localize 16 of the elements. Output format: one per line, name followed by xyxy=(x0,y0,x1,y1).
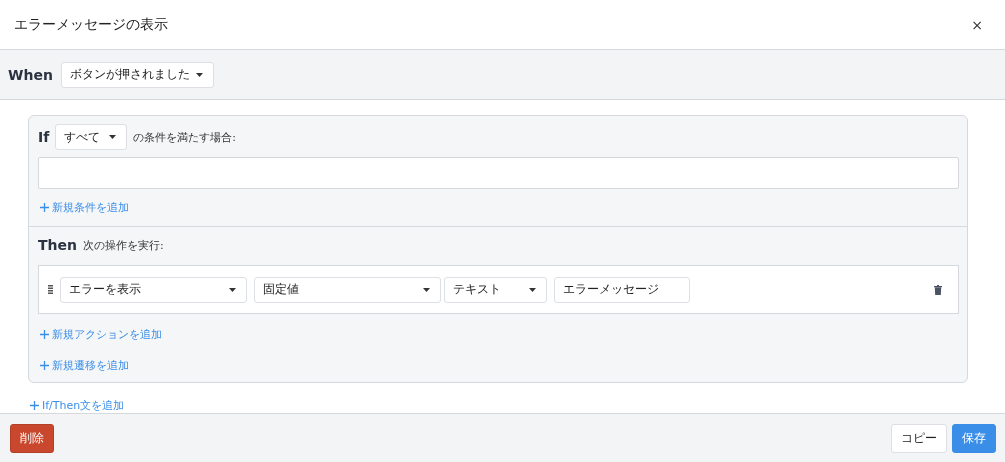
dropdown[interactable]: ボタンが押されました xyxy=(60,61,214,88)
close-button[interactable]: × xyxy=(971,16,983,33)
dropdown[interactable]: すべて xyxy=(55,124,128,150)
dropdown[interactable]: エラーを表示 xyxy=(60,276,247,303)
condition-text: の条件を満たす場合: xyxy=(133,129,237,145)
value-field[interactable]: エラーメッセージ xyxy=(554,276,690,303)
dropdown[interactable]: 固定値 xyxy=(254,276,441,303)
delete-button[interactable]: 削除 xyxy=(10,423,54,453)
when-label: When xyxy=(8,66,53,83)
add-link[interactable]: If/Then文を追加 xyxy=(30,398,125,413)
dialog-title: エラーメッセージの表示 xyxy=(14,15,168,34)
if-label: If xyxy=(38,129,50,145)
action-text: 次の操作を実行: xyxy=(83,237,164,253)
copy-button[interactable]: コピー xyxy=(891,423,947,453)
then-label: Then xyxy=(38,237,77,253)
dropdown[interactable]: テキスト xyxy=(444,276,547,303)
